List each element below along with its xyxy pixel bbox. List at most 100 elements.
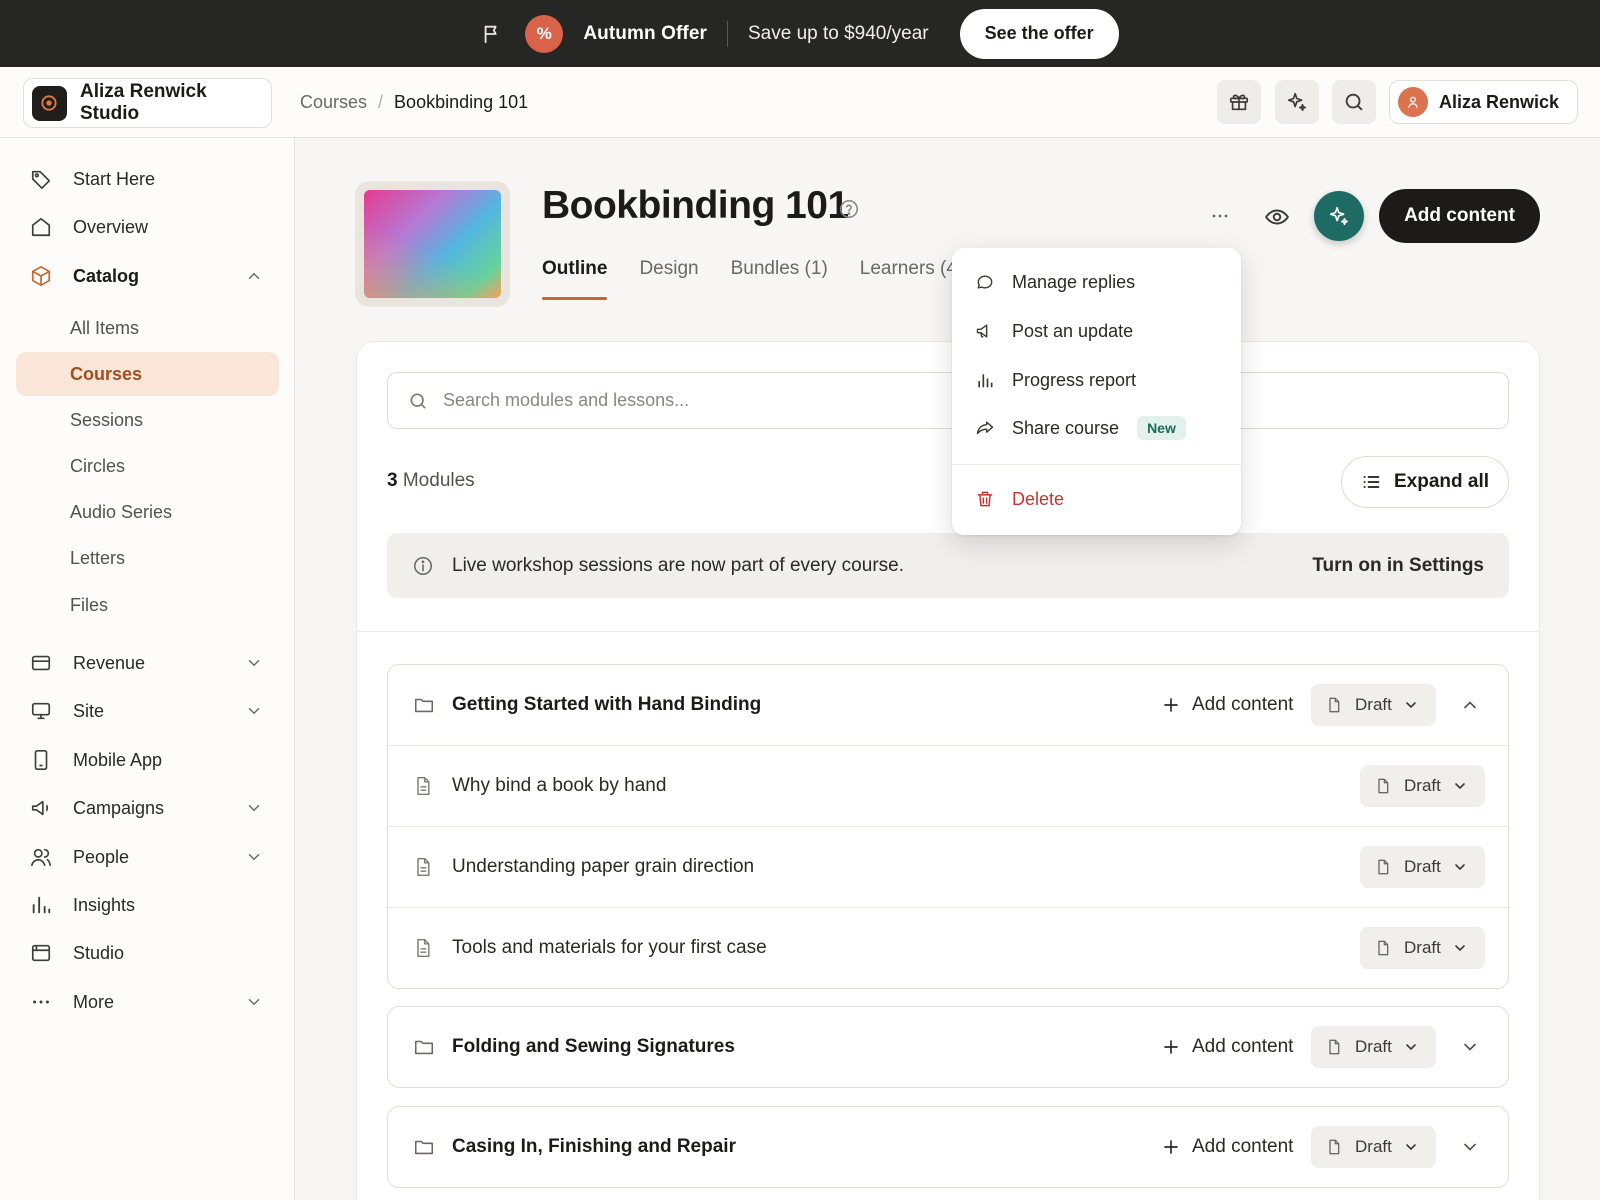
tab-outline[interactable]: Outline [542, 258, 608, 300]
status-dropdown[interactable]: Draft [1311, 1026, 1436, 1068]
add-content-label: Add content [1192, 1136, 1294, 1157]
sidebar-subitem-circles[interactable]: Circles [16, 444, 279, 488]
document-icon [1375, 778, 1391, 794]
sidebar-item-studio[interactable]: Studio [16, 931, 279, 975]
list-icon [1361, 472, 1381, 492]
lesson-title: Understanding paper grain direction [452, 856, 755, 877]
home-icon [30, 216, 52, 238]
sidebar-item-start-here[interactable]: Start Here [16, 157, 279, 201]
menu-item-delete[interactable]: Delete [952, 477, 1241, 521]
course-thumbnail[interactable] [355, 181, 510, 307]
sidebar-subitem-files[interactable]: Files [16, 583, 279, 627]
turn-on-settings-link[interactable]: Turn on in Settings [1312, 555, 1484, 577]
top-header: Aliza Renwick Studio Courses / Bookbindi… [0, 67, 1600, 138]
help-icon[interactable] [838, 198, 860, 220]
menu-item-progress-report[interactable]: Progress report [952, 358, 1241, 402]
ai-assistant-button[interactable] [1314, 191, 1364, 241]
avatar [1398, 87, 1428, 117]
megaphone-icon [30, 797, 52, 819]
chevron-down-icon[interactable] [1460, 1137, 1480, 1157]
add-content-button[interactable]: Add content [1379, 189, 1540, 243]
module-header[interactable]: Folding and Sewing Signatures Add conten… [388, 1007, 1508, 1087]
document-icon [1375, 940, 1391, 956]
document-icon [1326, 1039, 1342, 1055]
lesson-row[interactable]: Why bind a book by hand Draft [388, 745, 1508, 826]
sidebar-item-label: More [73, 991, 115, 1012]
sidebar-item-label: Campaigns [73, 797, 165, 818]
lesson-row[interactable]: Tools and materials for your first case … [388, 907, 1508, 988]
status-dropdown[interactable]: Draft [1360, 846, 1485, 888]
sidebar-subitem-sessions[interactable]: Sessions [16, 398, 279, 442]
sidebar-subitem-audio-series[interactable]: Audio Series [16, 490, 279, 534]
bar-chart-icon [30, 894, 52, 916]
preview-eye-icon[interactable] [1264, 204, 1290, 230]
module-add-content-button[interactable]: Add content [1162, 685, 1293, 725]
tab-design[interactable]: Design [639, 258, 698, 300]
lesson-title: Why bind a book by hand [452, 775, 667, 796]
ai-sparkle-button[interactable] [1275, 80, 1319, 124]
sidebar-item-people[interactable]: People [16, 835, 279, 879]
sidebar-item-site[interactable]: Site [16, 689, 279, 733]
module-add-content-button[interactable]: Add content [1162, 1127, 1293, 1167]
people-icon [30, 846, 52, 868]
add-content-label: Add content [1192, 1036, 1294, 1057]
sidebar-item-label: Studio [73, 942, 125, 963]
status-dropdown[interactable]: Draft [1311, 684, 1436, 726]
breadcrumb: Courses / Bookbinding 101 [300, 67, 528, 138]
chevron-down-icon [1452, 940, 1468, 956]
plus-icon [1162, 1138, 1180, 1156]
module-count-label: Modules [402, 470, 475, 491]
tag-icon [30, 168, 52, 190]
studio-switcher[interactable]: Aliza Renwick Studio [23, 78, 272, 128]
menu-item-manage-replies[interactable]: Manage replies [952, 260, 1241, 304]
menu-item-label: Delete [1012, 488, 1065, 509]
sidebar-subitem-all-items[interactable]: All Items [16, 306, 279, 350]
module-header[interactable]: Casing In, Finishing and Repair Add cont… [388, 1107, 1508, 1187]
status-dropdown[interactable]: Draft [1360, 927, 1485, 969]
module-count-number: 3 [387, 470, 398, 491]
sidebar-item-insights[interactable]: Insights [16, 883, 279, 927]
tab-bundles[interactable]: Bundles (1) [731, 258, 828, 300]
gift-button[interactable] [1217, 80, 1261, 124]
sidebar-item-overview[interactable]: Overview [16, 205, 279, 249]
status-label: Draft [1355, 695, 1392, 714]
chevron-down-icon[interactable] [1460, 1037, 1480, 1057]
user-menu[interactable]: Aliza Renwick [1389, 80, 1578, 124]
sidebar-item-mobile-app[interactable]: Mobile App [16, 738, 279, 782]
more-options-icon[interactable] [1208, 204, 1232, 228]
see-offer-button[interactable]: See the offer [959, 8, 1119, 59]
info-icon [412, 555, 434, 577]
lesson-document-icon [413, 776, 433, 796]
module-title: Getting Started with Hand Binding [452, 694, 762, 715]
module-header[interactable]: Getting Started with Hand Binding Add co… [388, 665, 1508, 745]
sidebar-subitem-letters[interactable]: Letters [16, 536, 279, 580]
module-add-content-button[interactable]: Add content [1162, 1027, 1293, 1067]
menu-item-post-update[interactable]: Post an update [952, 309, 1241, 353]
sidebar-subitem-courses[interactable]: Courses [16, 352, 279, 396]
tab-learners[interactable]: Learners (4 [860, 258, 957, 300]
sidebar-item-label: Revenue [73, 652, 146, 673]
status-label: Draft [1404, 938, 1441, 957]
box-icon [30, 265, 52, 287]
lesson-row[interactable]: Understanding paper grain direction Draf… [388, 826, 1508, 907]
chevron-up-icon[interactable] [1460, 695, 1480, 715]
menu-divider [952, 464, 1241, 465]
sidebar-item-campaigns[interactable]: Campaigns [16, 786, 279, 830]
expand-all-button[interactable]: Expand all [1341, 456, 1509, 508]
sidebar-item-revenue[interactable]: Revenue [16, 641, 279, 685]
menu-item-label: Manage replies [1012, 271, 1136, 292]
promo-savings: Save up to $940/year [747, 22, 929, 44]
lesson-document-icon [413, 857, 433, 877]
chevron-down-icon [245, 702, 263, 720]
breadcrumb-courses[interactable]: Courses [300, 92, 367, 113]
menu-item-share-course[interactable]: Share course New [952, 406, 1241, 450]
status-label: Draft [1404, 857, 1441, 876]
promo-title: Autumn Offer [583, 22, 707, 44]
status-dropdown[interactable]: Draft [1311, 1126, 1436, 1168]
sidebar-item-more[interactable]: More [16, 980, 279, 1024]
search-button[interactable] [1332, 80, 1376, 124]
sidebar-item-catalog[interactable]: Catalog [16, 254, 279, 298]
module-title: Casing In, Finishing and Repair [452, 1136, 736, 1157]
menu-item-label: Share course [1012, 417, 1120, 438]
status-dropdown[interactable]: Draft [1360, 765, 1485, 807]
